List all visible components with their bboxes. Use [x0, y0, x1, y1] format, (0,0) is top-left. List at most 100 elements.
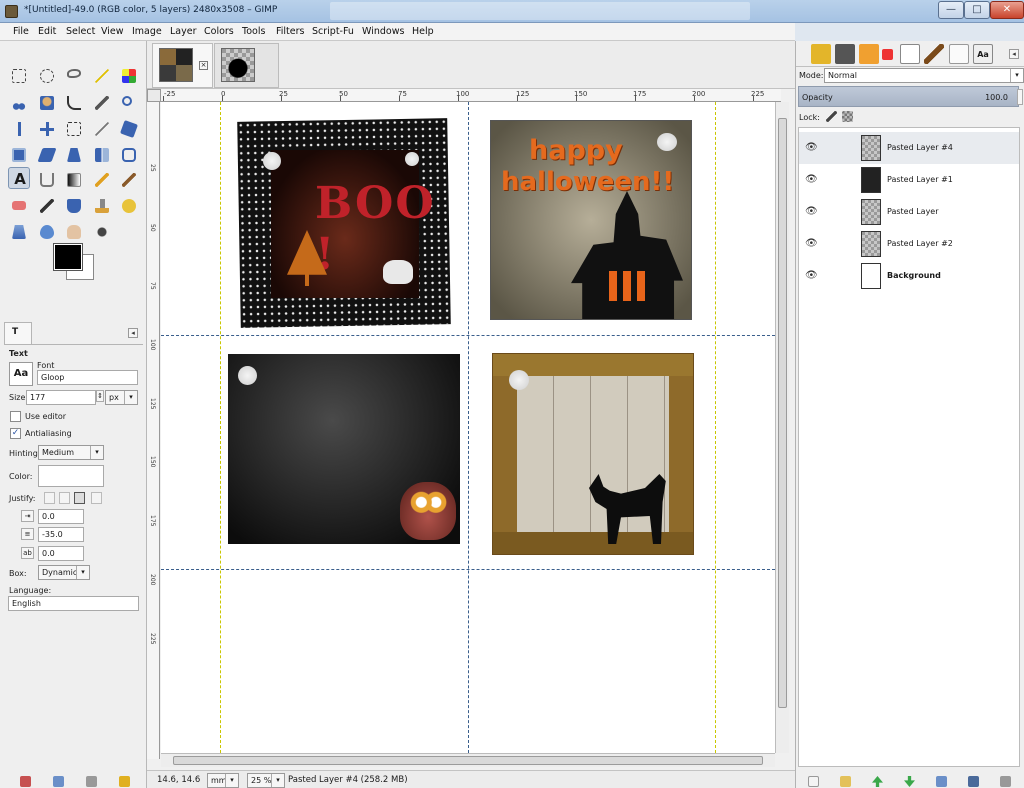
text-tool[interactable]: A: [8, 167, 30, 189]
scissors-select-tool[interactable]: [8, 92, 30, 114]
opacity-spin-buttons[interactable]: [1017, 89, 1023, 105]
layer-row[interactable]: 👁 Background: [799, 260, 1019, 292]
menu-layer[interactable]: Layer: [170, 26, 197, 37]
undo-history-tab-icon[interactable]: [811, 44, 831, 64]
panel-menu-button[interactable]: ◂: [128, 328, 138, 338]
use-editor-checkbox[interactable]: [10, 411, 21, 422]
letter-spacing-input[interactable]: 0.0: [38, 546, 84, 561]
vertical-guide[interactable]: [468, 102, 469, 753]
horizontal-scroll-thumb[interactable]: [173, 756, 763, 765]
text-color-button[interactable]: [38, 465, 104, 487]
fg-color-tab-icon[interactable]: [882, 49, 893, 60]
zoom-dropdown[interactable]: 25 % ▾: [247, 773, 285, 788]
mode-dropdown[interactable]: Normal ▾: [824, 68, 1024, 83]
layer-row[interactable]: 👁 Pasted Layer: [799, 196, 1019, 228]
indent-input[interactable]: 0.0: [38, 509, 84, 524]
gimp-app-icon[interactable]: [5, 5, 18, 18]
restore-options-icon[interactable]: [53, 776, 64, 787]
unit-dropdown[interactable]: mm ▾: [207, 773, 239, 788]
menu-file[interactable]: File: [13, 26, 29, 37]
hinting-dropdown[interactable]: Medium ▾: [38, 445, 104, 460]
brushes-tab-icon[interactable]: [924, 44, 944, 64]
lock-pixels-icon[interactable]: [826, 111, 837, 122]
rotate-tool[interactable]: [118, 118, 140, 140]
font-name-input[interactable]: Gloop: [37, 370, 138, 385]
raise-layer-icon[interactable]: [872, 776, 883, 787]
menu-filters[interactable]: Filters: [276, 26, 304, 37]
new-group-icon[interactable]: [840, 776, 851, 787]
horizontal-scrollbar[interactable]: [161, 753, 775, 767]
size-input[interactable]: 177: [26, 390, 96, 405]
quick-mask-toggle[interactable]: [147, 89, 161, 102]
language-input[interactable]: English: [8, 596, 139, 611]
ink-tool[interactable]: [63, 195, 85, 217]
menu-edit[interactable]: Edit: [38, 26, 56, 37]
perspective-tool[interactable]: [63, 144, 85, 166]
tool-options-tab[interactable]: T: [4, 322, 32, 344]
menu-windows[interactable]: Windows: [362, 26, 404, 37]
dock-menu-button[interactable]: ◂: [1009, 49, 1019, 59]
duplicate-layer-icon[interactable]: [936, 776, 947, 787]
eye-icon[interactable]: 👁: [805, 206, 818, 217]
horizontal-ruler[interactable]: -25 0 25 50 75 100 125 150 175 200 225: [161, 89, 781, 102]
justify-center-button[interactable]: [74, 492, 85, 504]
airbrush-tool[interactable]: [36, 195, 58, 217]
justify-fill-button[interactable]: [91, 492, 102, 504]
cage-transform-tool[interactable]: [118, 144, 140, 166]
fg-bg-color-selector[interactable]: [52, 243, 96, 282]
measure-tool[interactable]: [8, 118, 30, 140]
eye-icon[interactable]: 👁: [805, 142, 818, 153]
lock-alpha-icon[interactable]: [842, 111, 853, 122]
menu-view[interactable]: View: [101, 26, 124, 37]
image-canvas[interactable]: BOO ! happy halloween!!: [161, 102, 775, 753]
move-tool[interactable]: [36, 118, 58, 140]
image-tab-collage[interactable]: ×: [152, 43, 213, 88]
menu-image[interactable]: Image: [132, 26, 162, 37]
dodge-burn-tool[interactable]: [91, 221, 113, 243]
color-picker-tool[interactable]: [91, 92, 113, 114]
smudge-tool[interactable]: [63, 221, 85, 243]
layer-row[interactable]: 👁 Pasted Layer #2: [799, 228, 1019, 260]
maximize-button[interactable]: □: [964, 1, 990, 19]
bg-color-tab-icon[interactable]: [900, 44, 920, 64]
vertical-ruler[interactable]: 25 50 75 100 125 150 175 200 225: [147, 102, 160, 759]
font-preview-button[interactable]: Aa: [9, 362, 33, 386]
delete-options-icon[interactable]: [86, 776, 97, 787]
close-tab-icon[interactable]: ×: [199, 61, 208, 70]
anchor-layer-icon[interactable]: [968, 776, 979, 787]
pencil-tool[interactable]: [91, 169, 113, 191]
menu-colors[interactable]: Colors: [204, 26, 234, 37]
free-select-tool[interactable]: [63, 65, 85, 87]
menu-script-fu[interactable]: Script-Fu: [312, 26, 354, 37]
paths-tool[interactable]: [63, 92, 85, 114]
shear-tool[interactable]: [36, 144, 58, 166]
eye-icon[interactable]: 👁: [805, 270, 818, 281]
foreground-select-tool[interactable]: [36, 92, 58, 114]
close-button[interactable]: ✕: [990, 1, 1024, 19]
save-options-icon[interactable]: [20, 776, 31, 787]
size-spin-buttons[interactable]: ⇕: [96, 390, 104, 402]
layer-row[interactable]: 👁 Pasted Layer #4: [799, 132, 1019, 164]
perspective-clone-tool[interactable]: [8, 221, 30, 243]
select-by-color-tool[interactable]: [118, 65, 140, 87]
palette-tab-icon[interactable]: [859, 44, 879, 64]
eraser-tool[interactable]: [8, 195, 30, 217]
flip-tool[interactable]: [91, 144, 113, 166]
menu-help[interactable]: Help: [412, 26, 434, 37]
clone-tool[interactable]: [91, 195, 113, 217]
blend-tool[interactable]: [63, 169, 85, 191]
margin-guide-right[interactable]: [715, 102, 716, 753]
ellipse-select-tool[interactable]: [36, 65, 58, 87]
scale-tool[interactable]: [8, 144, 30, 166]
blur-tool[interactable]: [36, 221, 58, 243]
paintbrush-tool[interactable]: [118, 169, 140, 191]
antialiasing-checkbox[interactable]: ✓: [10, 428, 21, 439]
menu-select[interactable]: Select: [66, 26, 95, 37]
bucket-fill-tool[interactable]: [36, 169, 58, 191]
margin-guide-left[interactable]: [220, 102, 221, 753]
layer-row[interactable]: 👁 Pasted Layer #1: [799, 164, 1019, 196]
rect-select-tool[interactable]: [8, 65, 30, 87]
new-layer-icon[interactable]: [808, 776, 819, 787]
fonts-tab-icon[interactable]: Aa: [973, 44, 993, 64]
foreground-color-swatch[interactable]: [53, 243, 83, 271]
